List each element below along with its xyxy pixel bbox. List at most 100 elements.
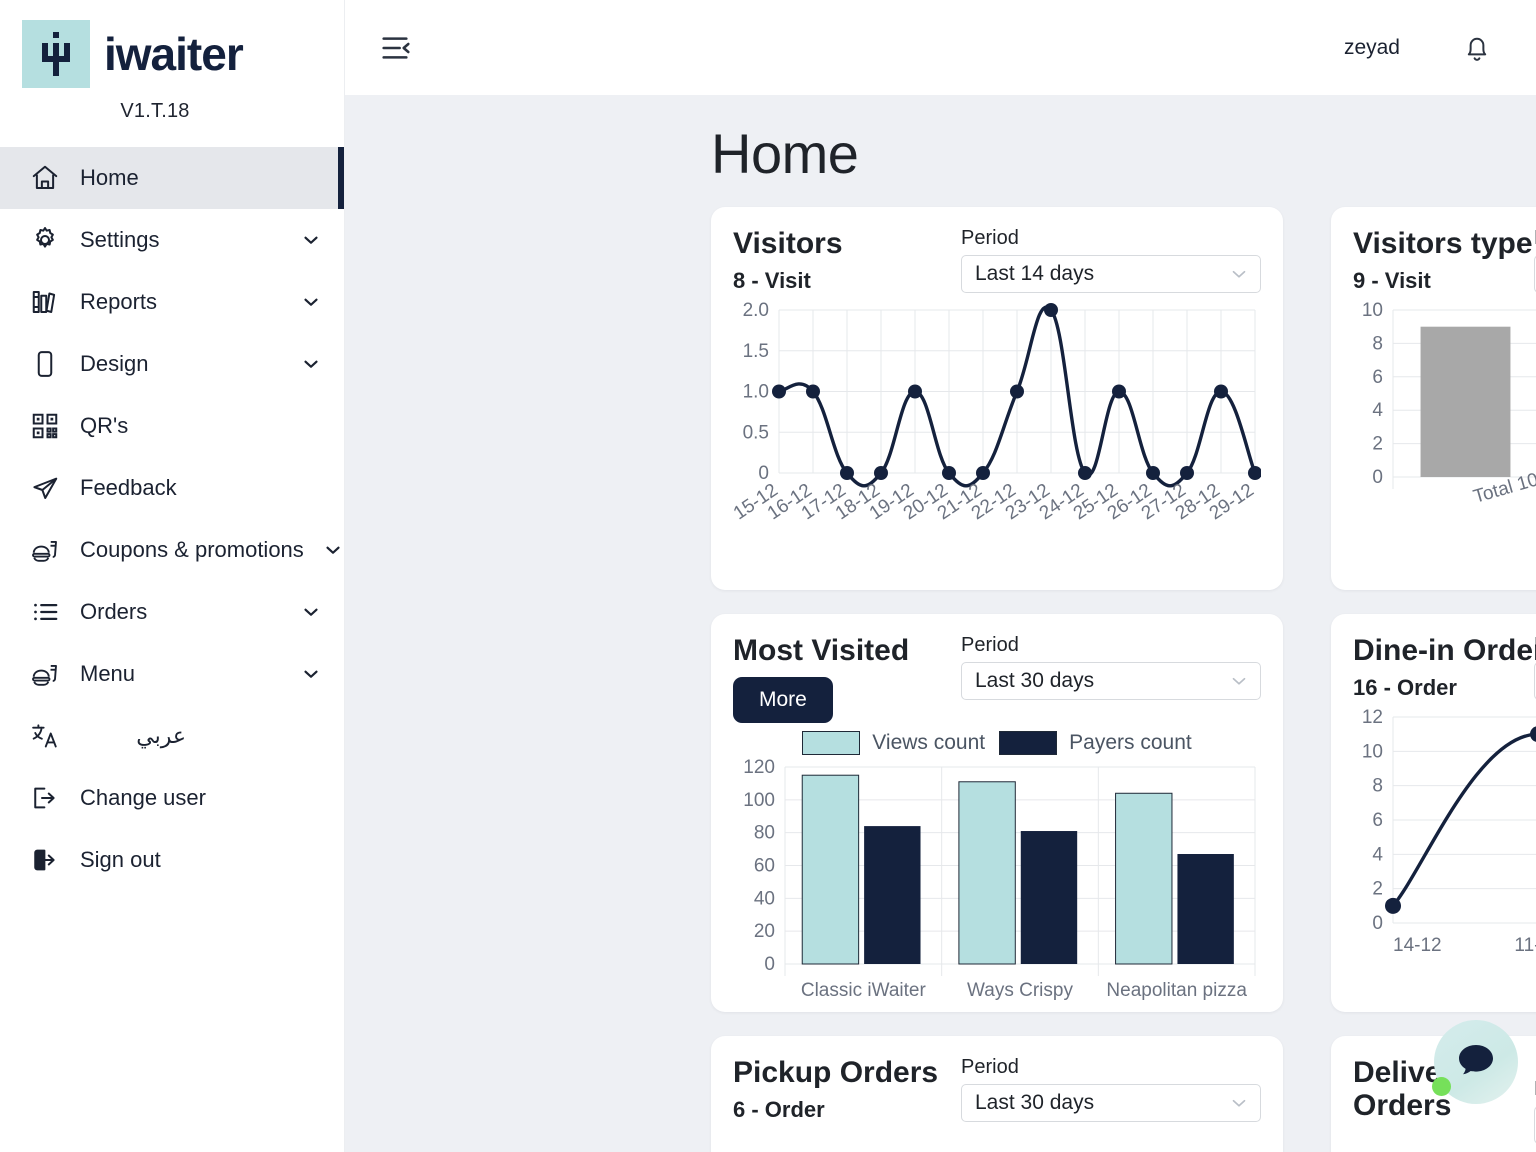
app-version: V1.T.18	[120, 100, 190, 122]
brand-block: iwaiter V1.T.18	[0, 0, 344, 127]
period-selector-group: Period Last 30 days	[961, 1056, 1261, 1122]
legend-label: Payers count	[1069, 731, 1192, 755]
sidebar-item-coupons-promotions[interactable]: Coupons & promotions	[0, 519, 344, 581]
user-name[interactable]: zeyad	[1344, 36, 1400, 60]
card-title: Dine-in Orders	[1353, 633, 1536, 667]
card-subtitle: 9 - Visit	[1353, 268, 1431, 294]
svg-text:14-12: 14-12	[1393, 935, 1442, 956]
list-icon	[28, 595, 62, 629]
chevron-down-icon[interactable]	[300, 601, 322, 623]
sign-out-icon	[28, 843, 62, 877]
chat-widget-button[interactable]	[1432, 1020, 1518, 1104]
chevron-down-icon[interactable]	[300, 229, 322, 251]
burger-drink-icon	[28, 533, 62, 567]
change-user-icon	[28, 781, 62, 815]
period-label: Period	[961, 226, 1019, 249]
chevron-down-icon[interactable]	[300, 663, 322, 685]
sidebar-item-orders[interactable]: Orders	[0, 581, 344, 643]
dine-in-line-chart: 02468101214-1211-1207-1222-12	[1353, 707, 1536, 975]
svg-text:20: 20	[754, 921, 775, 942]
phone-icon	[28, 347, 62, 381]
burger-drink-icon	[28, 657, 62, 691]
legend-swatch	[999, 731, 1058, 756]
svg-text:120: 120	[743, 757, 775, 778]
sidebar-item-label: عربي	[136, 723, 186, 748]
card-subtitle: 8 - Visit	[733, 268, 811, 294]
sidebar-item-label: Feedback	[80, 475, 177, 500]
svg-text:0: 0	[1372, 913, 1383, 934]
more-button[interactable]: More	[733, 677, 833, 724]
collapse-sidebar-icon[interactable]	[375, 28, 415, 68]
card-title: Visitors type	[1353, 226, 1533, 260]
period-select[interactable]: Last 14 days	[961, 254, 1261, 293]
card-visitors-type: Visitors type 9 - Visit Period Last 30 d…	[1331, 206, 1536, 590]
sidebar-item-label: QR's	[80, 413, 129, 438]
visitors-line-chart: 0 0.5 1.0 1.5 2.0 15-12 16-12 17-12 18-12 19-12 20…	[733, 300, 1261, 555]
card-title: Visitors	[733, 226, 843, 260]
sidebar-item-language-arabic[interactable]: عربي	[0, 705, 344, 767]
svg-text:0: 0	[764, 954, 775, 975]
chevron-down-icon	[1228, 1092, 1250, 1114]
sidebar-item-settings[interactable]: Settings	[0, 209, 344, 271]
chart-legend: Views count Payers count	[733, 731, 1261, 756]
books-icon	[28, 285, 62, 319]
sidebar-item-home[interactable]: Home	[0, 147, 344, 209]
svg-text:6: 6	[1372, 367, 1383, 388]
topbar: zeyad	[345, 0, 1536, 95]
sidebar-item-label: Design	[80, 351, 149, 376]
legend-label: Views count	[872, 731, 986, 755]
sidebar-item-reports[interactable]: Reports	[0, 271, 344, 333]
period-selector-group: Period Last 30 days	[961, 634, 1261, 700]
svg-text:11-12: 11-12	[1514, 935, 1536, 956]
sidebar-item-change-user[interactable]: Change user	[0, 767, 344, 829]
sidebar-item-design[interactable]: Design	[0, 333, 344, 395]
card-subtitle: 6 - Order	[733, 1097, 825, 1123]
card-title: Most Visited	[733, 633, 910, 667]
period-selector-group: Period Last 14 days	[961, 227, 1261, 293]
translate-icon	[28, 719, 62, 753]
legend-item: Views count	[802, 731, 986, 756]
visitors-type-bar-chart: 0246810Total 100 %New Customer 89%Return…	[1353, 300, 1536, 555]
sidebar-nav: Home Settings Reports Design QR's Feedba…	[0, 147, 344, 891]
sidebar-item-feedback[interactable]: Feedback	[0, 457, 344, 519]
svg-text:0.5: 0.5	[743, 422, 769, 443]
sidebar-item-label: Orders	[80, 599, 148, 624]
sidebar-item-sign-out[interactable]: Sign out	[0, 829, 344, 891]
sidebar-item-label: Sign out	[80, 847, 161, 872]
iwaiter-logo-icon	[22, 20, 90, 88]
chevron-down-icon[interactable]	[300, 291, 322, 313]
sidebar-item-label: Coupons & promotions	[80, 537, 304, 562]
svg-text:Neapolitan pizza: Neapolitan pizza	[1106, 980, 1247, 1001]
svg-text:4: 4	[1372, 845, 1383, 866]
svg-text:12: 12	[1362, 707, 1383, 728]
sidebar-item-qrs[interactable]: QR's	[0, 395, 344, 457]
svg-text:8: 8	[1372, 776, 1383, 797]
period-label: Period	[961, 1055, 1019, 1078]
card-dine-in-orders: Dine-in Orders 16 - Order Period Last 30…	[1331, 613, 1536, 1012]
gear-icon	[28, 223, 62, 257]
legend-swatch	[802, 731, 861, 756]
paper-plane-icon	[28, 471, 62, 505]
main-area: zeyad Home Visitors 8 - Visit Period Las…	[345, 0, 1536, 1152]
period-value: Last 30 days	[975, 668, 1095, 692]
card-pickup-orders: Pickup Orders 6 - Order Period Last 30 d…	[711, 1035, 1283, 1152]
svg-text:80: 80	[754, 823, 775, 844]
svg-text:40: 40	[754, 889, 775, 910]
period-select[interactable]: Last 30 days	[961, 661, 1261, 700]
svg-text:2.0: 2.0	[743, 300, 769, 321]
sidebar-item-menu[interactable]: Menu	[0, 643, 344, 705]
brand-name: iwaiter	[104, 28, 244, 80]
sidebar-item-label: Change user	[80, 785, 206, 810]
notification-bell-icon[interactable]	[1460, 31, 1494, 65]
svg-text:Classic iWaiter: Classic iWaiter	[801, 980, 927, 1001]
period-value: Last 30 days	[975, 1090, 1095, 1114]
svg-text:1.0: 1.0	[743, 382, 769, 403]
chevron-down-icon[interactable]	[300, 353, 322, 375]
period-select[interactable]: Last 30 days	[961, 1083, 1261, 1122]
svg-text:Ways Crispy: Ways Crispy	[967, 980, 1073, 1001]
svg-text:2: 2	[1372, 879, 1383, 900]
qr-code-icon	[28, 409, 62, 443]
brand-logo: iwaiter	[0, 20, 344, 88]
chevron-down-icon[interactable]	[322, 539, 344, 561]
sidebar-item-label: Menu	[80, 661, 136, 686]
